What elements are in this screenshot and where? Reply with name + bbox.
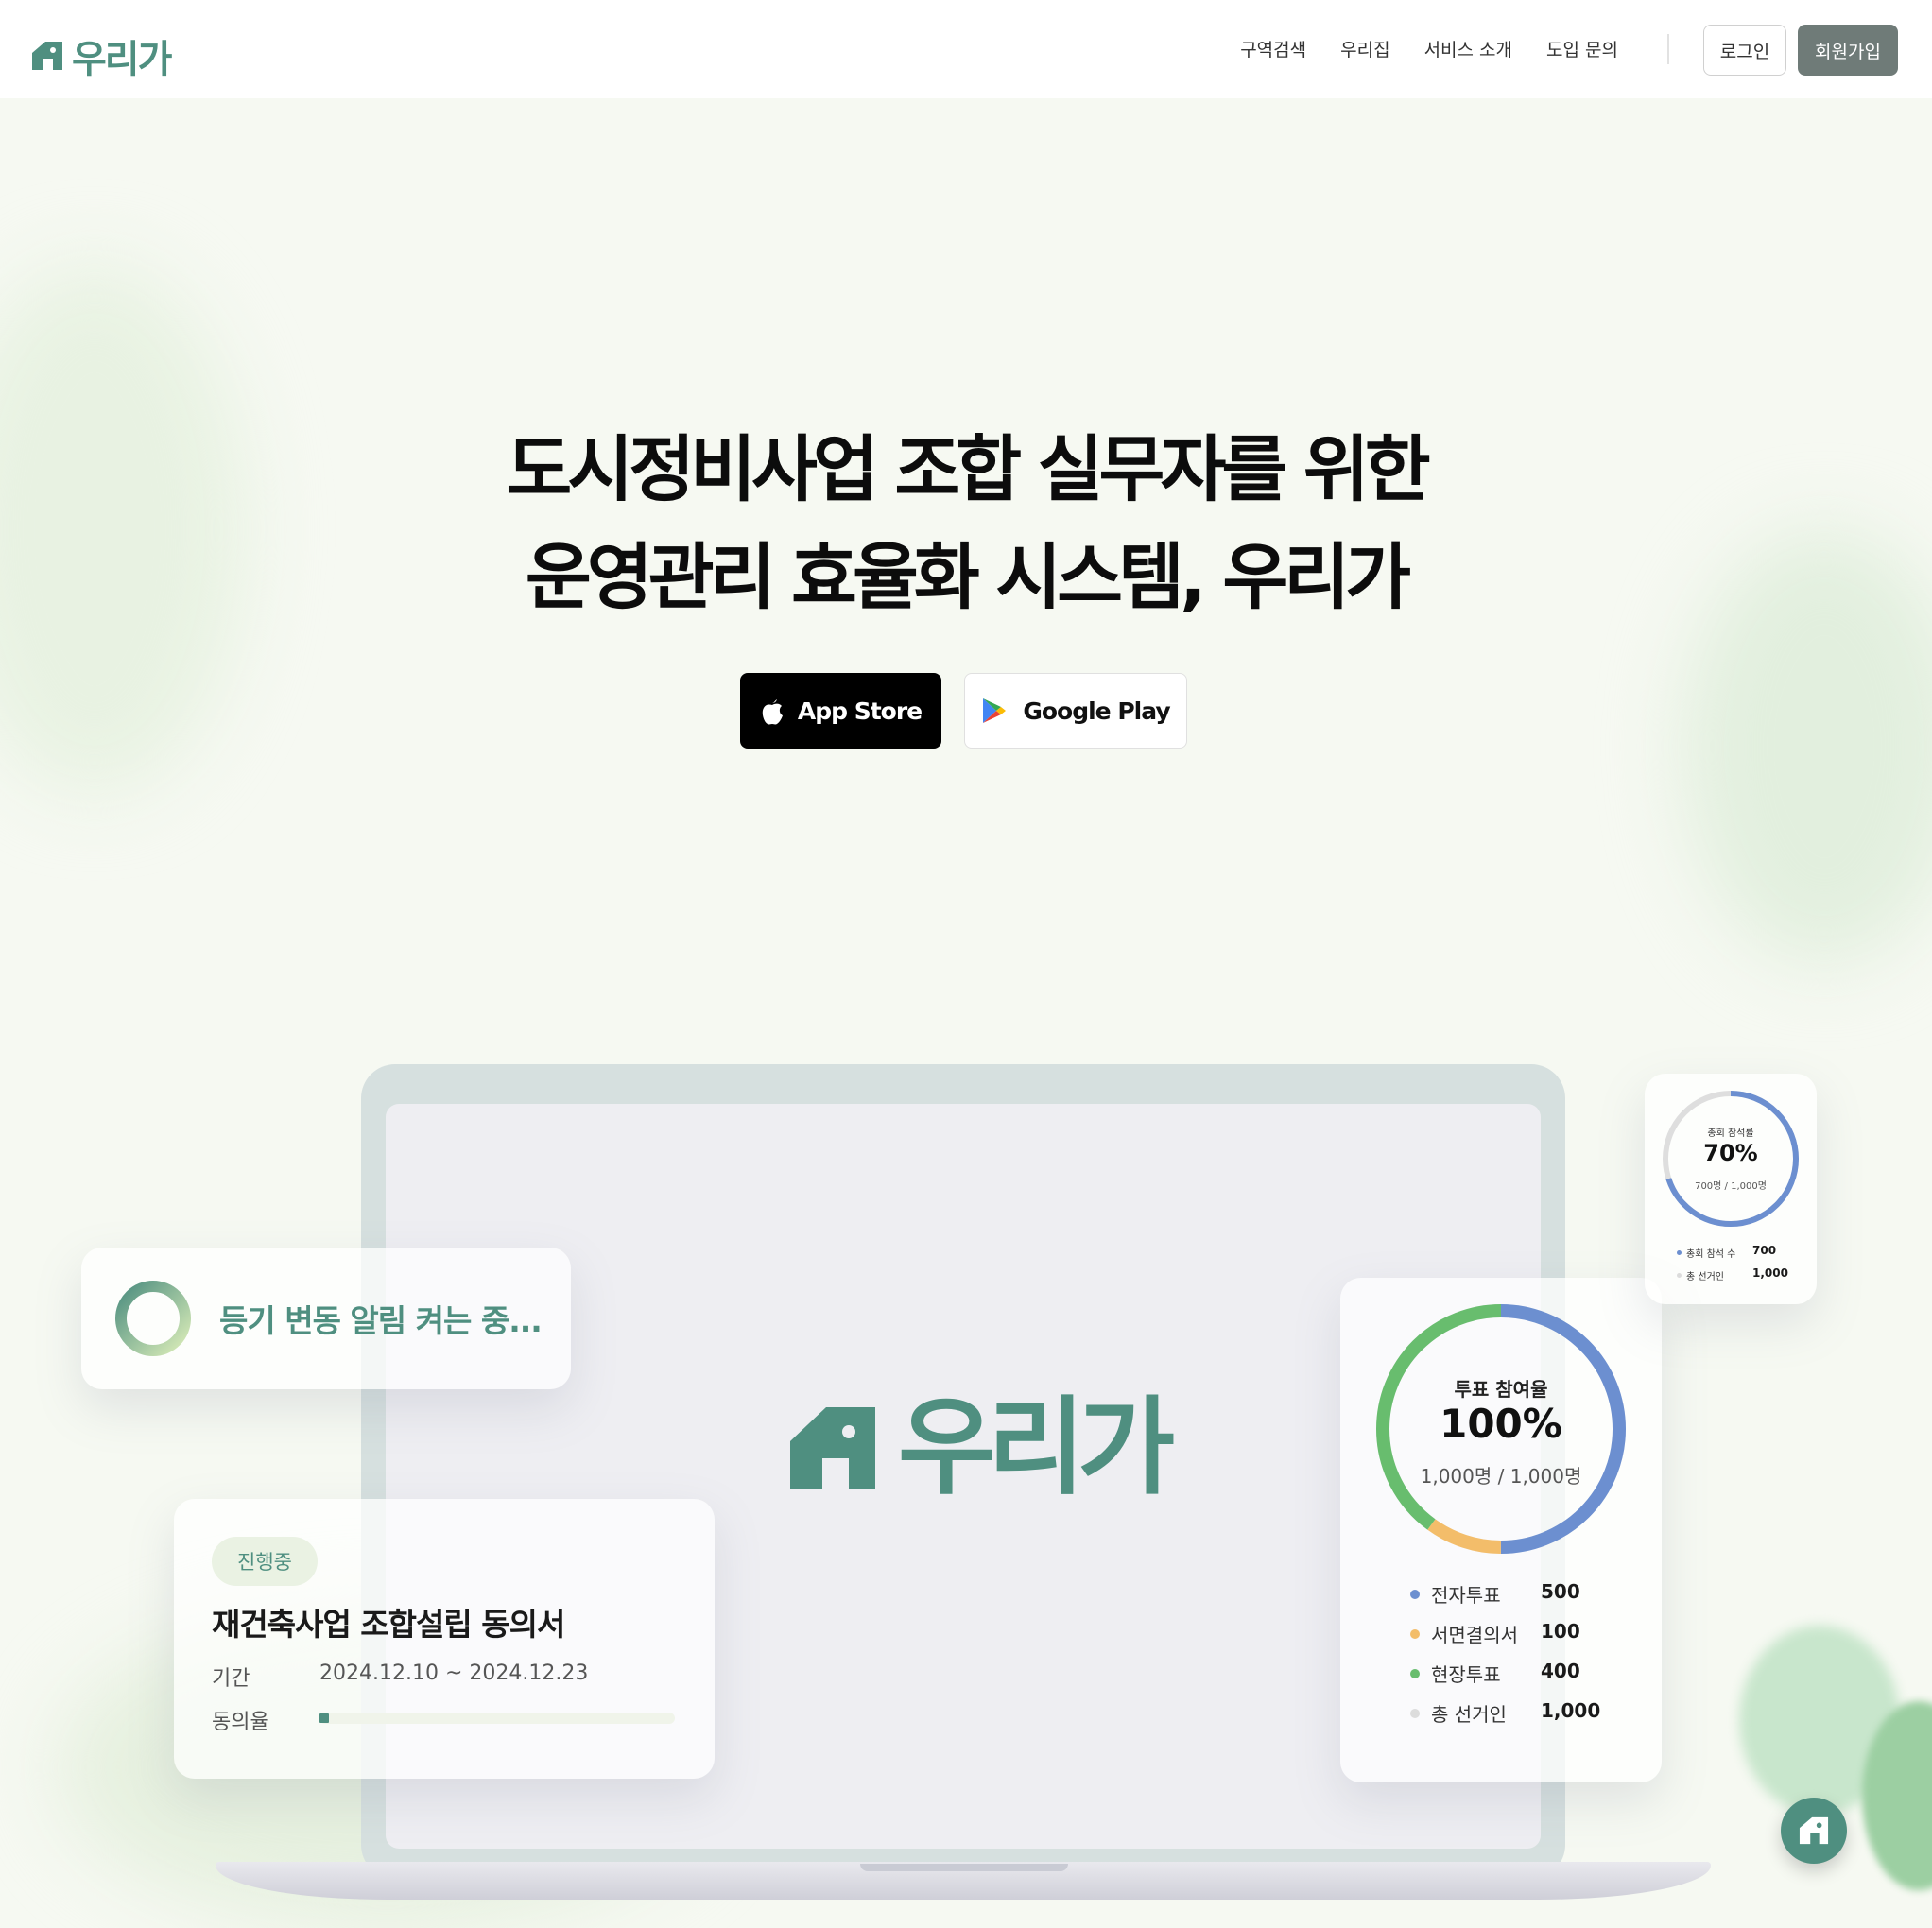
- nav-divider: [1667, 34, 1669, 64]
- legend-dot: [1410, 1708, 1420, 1718]
- nav-item-service-intro[interactable]: 서비스 소개: [1424, 36, 1512, 61]
- legend-item-onsite: 현장투표: [1410, 1660, 1501, 1687]
- legend-value: 500: [1541, 1580, 1580, 1603]
- meeting-attendance-card: 총회 참석률 70% 700명 / 1,000명 총회 참석 수 700 총 선…: [1645, 1074, 1817, 1304]
- legend-item-written: 서면결의서: [1410, 1620, 1518, 1647]
- vote-participation-card: 투표 참여율 100% 1,000명 / 1,000명 전자투표 500 서면결…: [1340, 1278, 1662, 1782]
- nav-item-inquiry[interactable]: 도입 문의: [1546, 36, 1618, 61]
- vote-rate-title: 투표 참여율: [1454, 1378, 1548, 1401]
- screen-logo: 우리가: [788, 1386, 1175, 1509]
- legend-label: 총 선거인: [1431, 1703, 1507, 1726]
- consent-document-card[interactable]: 진행중 재건축사업 조합설립 동의서 기간 2024.12.10 ~ 2024.…: [174, 1499, 715, 1779]
- login-button[interactable]: 로그인: [1703, 25, 1786, 76]
- meeting-rate-count: 700명 / 1,000명: [1695, 1181, 1767, 1192]
- decorative-sphere: [1862, 1701, 1932, 1890]
- legend-label: 총회 참석 수: [1686, 1249, 1736, 1260]
- period-value: 2024.12.10 ~ 2024.12.23: [319, 1661, 589, 1685]
- floating-home-button[interactable]: [1781, 1798, 1847, 1864]
- brand-name: 우리가: [72, 38, 172, 81]
- legend-dot: [1410, 1628, 1420, 1639]
- legend-dot: [1410, 1668, 1420, 1678]
- loading-ring-icon: [115, 1281, 191, 1356]
- period-label: 기간: [212, 1667, 250, 1691]
- hero-title-line2: 운영관리 효율화 시스템, 우리가: [525, 535, 1411, 619]
- meeting-rate-title: 총회 참석률: [1707, 1128, 1754, 1139]
- hero-title-line1: 도시정비사업 조합 실무자를 위한: [506, 427, 1430, 511]
- consent-rate-bar: [319, 1713, 675, 1724]
- document-title: 재건축사업 조합설립 동의서: [212, 1606, 565, 1643]
- legend-item-electronic: 전자투표: [1410, 1580, 1501, 1608]
- house-icon: [32, 42, 62, 70]
- decorative-sphere: [1739, 1626, 1900, 1815]
- brand-logo[interactable]: 우리가: [30, 28, 172, 83]
- legend-value: 100: [1541, 1620, 1580, 1643]
- legend-value: 1,000: [1752, 1266, 1788, 1280]
- hero-title: 도시정비사업 조합 실무자를 위한 운영관리 효율화 시스템, 우리가: [0, 416, 1932, 631]
- signup-button[interactable]: 회원가입: [1798, 25, 1898, 76]
- legend-dot: [1677, 1250, 1682, 1255]
- legend-item-attendance: 총회 참석 수: [1677, 1246, 1735, 1260]
- legend-item-total-voters: 총 선거인: [1677, 1268, 1724, 1282]
- google-play-label: Google Play: [1023, 697, 1170, 725]
- legend-label: 서면결의서: [1431, 1624, 1518, 1646]
- registry-alert-card: 등기 변동 알림 켜는 중...: [81, 1248, 571, 1389]
- nav-item-my-home[interactable]: 우리집: [1340, 36, 1389, 61]
- legend-label: 총 선거인: [1686, 1272, 1724, 1282]
- vote-rate-percent: 100%: [1440, 1401, 1562, 1447]
- house-chat-icon: [1799, 1816, 1829, 1845]
- meeting-rate-percent: 70%: [1703, 1140, 1758, 1166]
- house-icon: [790, 1407, 875, 1489]
- legend-value: 700: [1752, 1244, 1777, 1257]
- legend-dot: [1677, 1273, 1682, 1278]
- consent-rate-label: 동의율: [212, 1711, 269, 1734]
- consent-rate-fill: [319, 1713, 329, 1723]
- app-store-button[interactable]: App Store: [740, 673, 941, 749]
- legend-dot: [1410, 1589, 1420, 1599]
- nav-item-area-search[interactable]: 구역검색: [1240, 36, 1306, 61]
- top-header: 우리가 구역검색 우리집 서비스 소개 도입 문의 로그인 회원가입: [0, 0, 1932, 98]
- apple-icon: [762, 699, 783, 725]
- laptop-notch: [860, 1864, 1068, 1871]
- screen-logo-text: 우리가: [898, 1386, 1175, 1509]
- vote-rate-count: 1,000명 / 1,000명: [1420, 1465, 1582, 1488]
- legend-label: 전자투표: [1431, 1584, 1501, 1607]
- status-badge: 진행중: [212, 1537, 318, 1586]
- main-nav: 구역검색 우리집 서비스 소개 도입 문의: [1240, 36, 1618, 61]
- google-play-icon: [983, 698, 1007, 723]
- legend-value: 1,000: [1541, 1699, 1601, 1722]
- registry-alert-text: 등기 변동 알림 켜는 중...: [219, 1302, 543, 1339]
- legend-item-total-voters: 총 선거인: [1410, 1699, 1507, 1727]
- legend-label: 현장투표: [1431, 1663, 1501, 1686]
- app-store-label: App Store: [797, 697, 923, 725]
- google-play-button[interactable]: Google Play: [964, 673, 1187, 749]
- legend-value: 400: [1541, 1660, 1580, 1682]
